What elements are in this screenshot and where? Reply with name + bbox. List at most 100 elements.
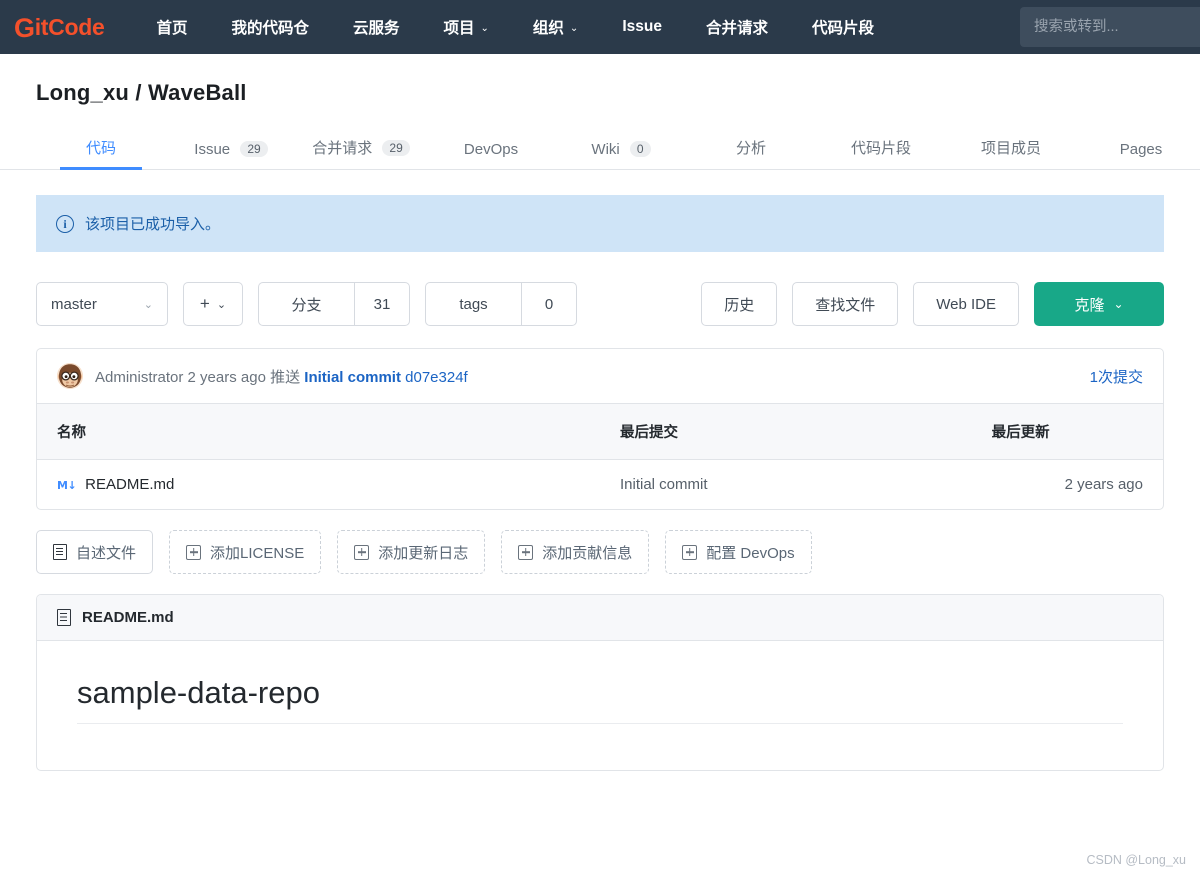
page-title: Long_xu / WaveBall [36, 80, 247, 105]
file-last-commit-cell[interactable]: Initial commit [600, 460, 972, 510]
nav-item-issue[interactable]: Issue [600, 0, 684, 54]
chevron-down-icon: ⌄ [216, 298, 227, 311]
chevron-down-icon: ⌄ [480, 22, 489, 34]
file-name-link[interactable]: README.md [85, 476, 174, 493]
file-last-update-cell: 2 years ago [1064, 476, 1143, 493]
repo-toolbar: master ⌄ + ⌄ 分支 31 tags 0 历史 查找文件 Web ID… [36, 282, 1164, 326]
tab-label: Pages [1119, 141, 1163, 158]
readme-heading: sample-data-repo [77, 675, 1123, 724]
history-button[interactable]: 历史 [701, 282, 778, 326]
commit-sha[interactable]: d07e324f [405, 369, 468, 386]
quick-action-label: 添加LICENSE [210, 544, 305, 562]
search-input[interactable] [1020, 7, 1200, 47]
nav-item-label: 代码片段 [811, 20, 874, 37]
tab-count-badge: 0 [629, 141, 651, 157]
configure-devops-button[interactable]: 配置 DevOps [665, 530, 812, 574]
readme-button[interactable]: 自述文件 [36, 530, 154, 574]
branches-label[interactable]: 分支 [258, 282, 354, 326]
add-contributing-button[interactable]: 添加贡献信息 [501, 530, 650, 574]
nav-item-label: 组织 [532, 20, 564, 37]
readme-file-name: README.md [82, 609, 174, 626]
tab-members[interactable]: 项目成员 [946, 137, 1076, 169]
file-browser-card: Administrator 2 years ago 推送 Initial com… [36, 348, 1164, 510]
commit-count-link[interactable]: 1次提交 [1090, 366, 1143, 387]
file-name-cell: M↓ README.md [37, 460, 600, 510]
nav-item-my-repos[interactable]: 我的代码仓 [209, 0, 331, 54]
top-navigation-bar: GitCode 首页 我的代码仓 云服务 项目 ⌄ 组织 ⌄ Issue 合并请… [0, 0, 1200, 54]
gitcode-logo[interactable]: GitCode [14, 12, 105, 43]
readme-panel-header: README.md [37, 595, 1163, 641]
nav-item-merge-requests[interactable]: 合并请求 [684, 0, 790, 54]
tab-label: Wiki [591, 141, 620, 158]
tags-label[interactable]: tags [425, 282, 521, 326]
tags-counter[interactable]: tags 0 [425, 282, 577, 326]
import-success-banner: i 该项目已成功导入。 [36, 195, 1164, 252]
clone-button-label: 克隆 [1074, 296, 1105, 314]
readme-panel: README.md sample-data-repo [36, 594, 1164, 771]
commit-author[interactable]: Administrator [95, 369, 183, 386]
tab-code[interactable]: 代码 [36, 137, 166, 170]
plus-box-icon [518, 544, 534, 560]
tab-devops[interactable]: DevOps [426, 141, 556, 169]
tab-label: 代码片段 [850, 140, 911, 157]
branch-selector[interactable]: master ⌄ [36, 282, 168, 326]
branches-count[interactable]: 31 [354, 282, 410, 326]
web-ide-button[interactable]: Web IDE [913, 282, 1019, 326]
column-header-last-commit: 最后提交 [600, 404, 972, 460]
tab-snippets[interactable]: 代码片段 [816, 137, 946, 169]
nav-item-cloud-services[interactable]: 云服务 [331, 0, 422, 54]
column-header-last-update: 最后更新 [971, 404, 1163, 460]
nav-item-label: Issue [622, 18, 662, 35]
commit-summary: Administrator 2 years ago 推送 Initial com… [95, 366, 468, 387]
tab-label: Issue [194, 141, 231, 158]
table-header-row: 名称 最后提交 最后更新 [37, 404, 1163, 460]
tab-label: 项目成员 [980, 140, 1041, 157]
nav-item-projects[interactable]: 项目 ⌄ [422, 0, 511, 54]
tab-merge-requests[interactable]: 合并请求 29 [296, 137, 426, 169]
tab-issue[interactable]: Issue 29 [166, 141, 296, 169]
repo-tab-bar: 代码 Issue 29 合并请求 29 DevOps Wiki 0 分析 代码片… [0, 128, 1200, 170]
tab-analytics[interactable]: 分析 [686, 137, 816, 169]
watermark: CSDN @Long_xu [1086, 853, 1186, 867]
main-content: i 该项目已成功导入。 master ⌄ + ⌄ 分支 31 tags 0 历史 [0, 195, 1200, 771]
find-file-button[interactable]: 查找文件 [792, 282, 899, 326]
markdown-icon: M↓ [57, 479, 77, 492]
chevron-down-icon: ⌄ [1113, 297, 1124, 311]
tab-count-badge: 29 [382, 140, 410, 156]
quick-action-label: 添加更新日志 [378, 544, 469, 562]
tab-count-badge: 29 [240, 141, 268, 157]
nav-item-label: 项目 [443, 20, 475, 37]
tab-pages[interactable]: Pages [1076, 141, 1200, 169]
add-file-button[interactable]: + ⌄ [183, 282, 243, 326]
chevron-down-icon: ⌄ [143, 298, 153, 311]
logo-g-icon: G [14, 12, 35, 43]
clone-button[interactable]: 克隆 ⌄ [1034, 282, 1164, 326]
plus-box-icon [354, 544, 370, 560]
file-list-table: 名称 最后提交 最后更新 M↓ README.md Initial commit … [37, 404, 1163, 509]
plus-icon: + [199, 294, 210, 313]
commit-message[interactable]: Initial commit [304, 369, 401, 386]
nav-item-list: 首页 我的代码仓 云服务 项目 ⌄ 组织 ⌄ Issue 合并请求 代码片段 [134, 0, 896, 54]
tab-wiki[interactable]: Wiki 0 [556, 141, 686, 169]
quick-action-label: 自述文件 [76, 544, 137, 562]
table-row[interactable]: M↓ README.md Initial commit 2 years ago [37, 460, 1163, 510]
add-changelog-button[interactable]: 添加更新日志 [337, 530, 486, 574]
nav-item-home[interactable]: 首页 [134, 0, 209, 54]
tab-label: 分析 [735, 140, 766, 157]
readme-panel-body: sample-data-repo [37, 641, 1163, 770]
quick-action-label: 配置 DevOps [706, 544, 795, 562]
avatar [57, 363, 83, 389]
nav-item-label: 云服务 [352, 20, 400, 37]
quick-actions-row: 自述文件 添加LICENSE 添加更新日志 添加贡献信息 配置 DevOps [36, 530, 1164, 574]
latest-commit-bar: Administrator 2 years ago 推送 Initial com… [37, 349, 1163, 404]
commit-time: 2 years ago [187, 368, 266, 386]
quick-action-label: 添加贡献信息 [542, 544, 633, 562]
nav-item-organizations[interactable]: 组织 ⌄ [511, 0, 600, 54]
tags-count[interactable]: 0 [521, 282, 577, 326]
nav-item-label: 我的代码仓 [231, 20, 309, 37]
nav-item-snippets[interactable]: 代码片段 [790, 0, 896, 54]
branches-counter[interactable]: 分支 31 [258, 282, 410, 326]
add-license-button[interactable]: 添加LICENSE [169, 530, 322, 574]
info-icon: i [56, 214, 74, 233]
tab-label: 合并请求 [312, 140, 373, 157]
